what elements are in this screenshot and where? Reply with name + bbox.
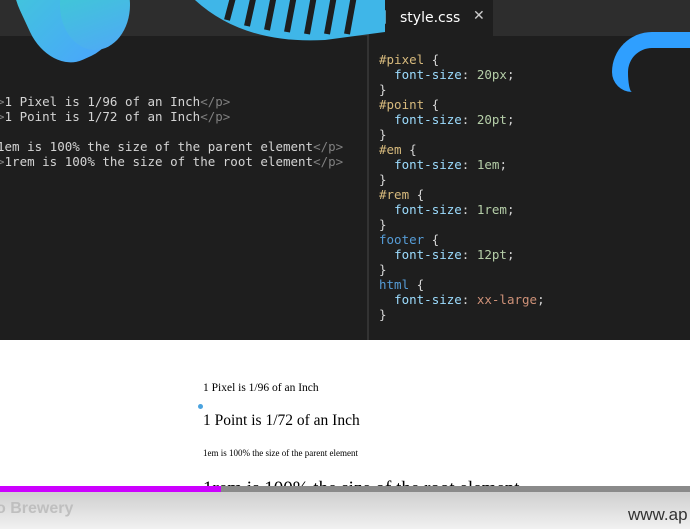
html-line: 1em is 100% the size of the parent eleme… (0, 139, 344, 154)
css-brace: } (379, 217, 387, 232)
css-decl: font-size: 12pt; (394, 247, 515, 262)
site-url: www.ap (628, 505, 688, 524)
html-line: >1rem is 100% the size of the root eleme… (0, 154, 344, 169)
css-rule-em: #em { (379, 142, 417, 157)
video-footer: o Brewery www.ap (0, 492, 690, 529)
html-pane[interactable]: >1 Pixel is 1/96 of an Inch</p> >1 Point… (0, 36, 367, 340)
css-rule-pixel: #pixel { (379, 52, 440, 67)
preview-em-text: 1em is 100% the size of the parent eleme… (203, 448, 358, 458)
css-decl: font-size: 1rem; (394, 202, 515, 217)
css-rule-html: html { (379, 277, 425, 292)
close-icon[interactable]: ✕ (473, 8, 485, 24)
css-brace: } (379, 127, 387, 142)
code-editor: style.css ✕ >1 Pixel is 1/96 of an Inch<… (0, 0, 690, 340)
css-decl: font-size: 1em; (394, 157, 507, 172)
css-decl: font-size: xx-large; (394, 292, 545, 307)
tab-label[interactable]: style.css (400, 10, 460, 26)
css-rule-footer: footer { (379, 232, 440, 247)
css-brace: } (379, 262, 387, 277)
decorative-comb (195, 0, 385, 41)
mouse-cursor (198, 404, 203, 409)
preview-pixel-text: 1 Pixel is 1/96 of an Inch (203, 382, 319, 394)
css-brace: } (379, 82, 387, 97)
css-rule-point: #point { (379, 97, 440, 112)
css-brace: } (379, 172, 387, 187)
preview-point-text: 1 Point is 1/72 of an Inch (203, 412, 360, 429)
css-decl: font-size: 20pt; (394, 112, 515, 127)
css-brace: } (379, 307, 387, 322)
css-rule-rem: #rem { (379, 187, 425, 202)
html-line: >1 Point is 1/72 of an Inch</p> (0, 109, 231, 124)
css-decl: font-size: 20px; (394, 67, 515, 82)
brand-text: o Brewery (0, 500, 74, 517)
html-line: >1 Pixel is 1/96 of an Inch</p> (0, 94, 231, 109)
